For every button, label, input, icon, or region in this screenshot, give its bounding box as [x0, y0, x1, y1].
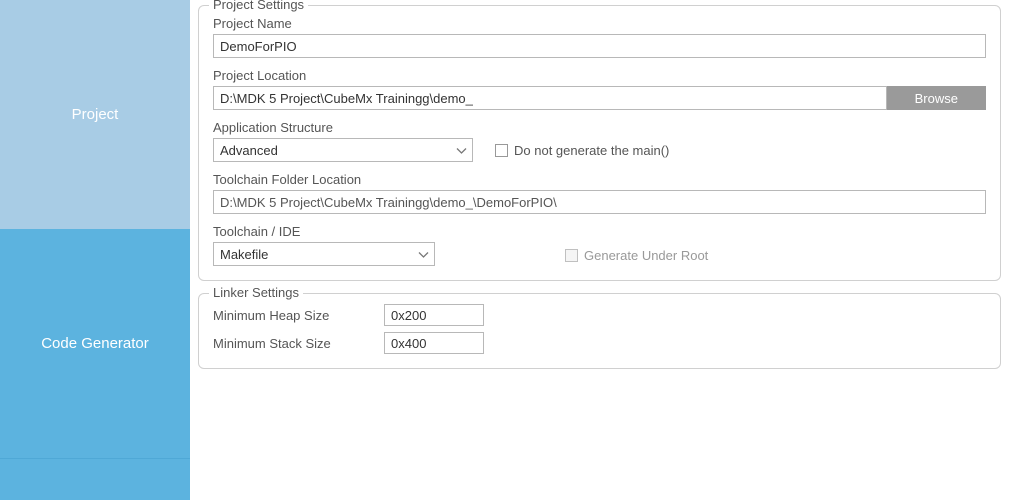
- toolchain-folder-label: Toolchain Folder Location: [213, 172, 986, 187]
- project-settings-legend: Project Settings: [209, 0, 308, 12]
- generate-under-root-wrap: Generate Under Root: [565, 248, 708, 263]
- sidebar-item-blank[interactable]: [0, 458, 190, 500]
- heap-input[interactable]: [384, 304, 484, 326]
- project-location-label: Project Location: [213, 68, 986, 83]
- project-name-row: Project Name: [213, 16, 986, 58]
- app-structure-select[interactable]: [213, 138, 473, 162]
- generate-under-root-label: Generate Under Root: [584, 248, 708, 263]
- toolchain-ide-select[interactable]: [213, 242, 435, 266]
- project-location-row: Project Location Browse: [213, 68, 986, 110]
- sidebar-item-label: Code Generator: [41, 335, 149, 352]
- linker-settings-legend: Linker Settings: [209, 285, 303, 300]
- generate-under-root-checkbox: [565, 249, 578, 262]
- project-location-input[interactable]: [213, 86, 887, 110]
- main-panel: Project Settings Project Name Project Lo…: [190, 0, 1011, 500]
- stack-input[interactable]: [384, 332, 484, 354]
- project-settings-fieldset: Project Settings Project Name Project Lo…: [198, 5, 1001, 281]
- sidebar: Project Code Generator: [0, 0, 190, 500]
- toolchain-ide-value[interactable]: [213, 242, 435, 266]
- project-name-label: Project Name: [213, 16, 986, 31]
- app-structure-label: Application Structure: [213, 120, 986, 135]
- toolchain-folder-input: [213, 190, 986, 214]
- app-structure-value[interactable]: [213, 138, 473, 162]
- no-main-checkbox-wrap: Do not generate the main(): [495, 143, 669, 158]
- project-name-input[interactable]: [213, 34, 986, 58]
- heap-row: Minimum Heap Size: [213, 304, 986, 326]
- heap-label: Minimum Heap Size: [213, 308, 368, 323]
- no-main-checkbox[interactable]: [495, 144, 508, 157]
- sidebar-item-code-generator[interactable]: Code Generator: [0, 229, 190, 458]
- app-structure-row: Application Structure Do not generate th…: [213, 120, 986, 162]
- sidebar-item-project[interactable]: Project: [0, 0, 190, 229]
- linker-settings-fieldset: Linker Settings Minimum Heap Size Minimu…: [198, 293, 1001, 369]
- toolchain-ide-label: Toolchain / IDE: [213, 224, 986, 239]
- no-main-label: Do not generate the main(): [514, 143, 669, 158]
- toolchain-folder-row: Toolchain Folder Location: [213, 172, 986, 214]
- toolchain-ide-row: Toolchain / IDE Generate Under Root: [213, 224, 986, 266]
- browse-button[interactable]: Browse: [887, 86, 986, 110]
- stack-row: Minimum Stack Size: [213, 332, 986, 354]
- sidebar-item-label: Project: [72, 106, 119, 123]
- stack-label: Minimum Stack Size: [213, 336, 368, 351]
